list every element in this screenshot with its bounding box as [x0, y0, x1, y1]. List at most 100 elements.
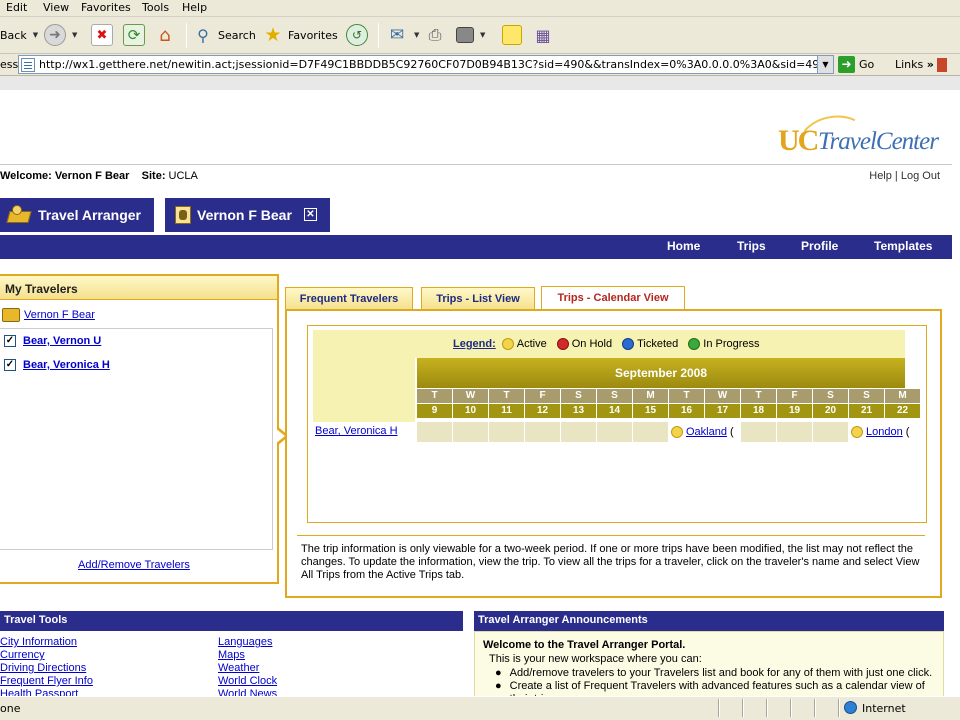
in-progress-status-icon [688, 338, 701, 350]
forward-button[interactable]: ➜ ▼ [44, 21, 77, 49]
refresh-button[interactable]: ⟳ [123, 21, 145, 49]
logout-link[interactable]: Log Out [901, 170, 940, 182]
help-link[interactable]: Help [869, 170, 892, 182]
tab-trips-list-view[interactable]: Trips - List View [421, 287, 535, 310]
mail-button[interactable]: ✉ ▼ [386, 21, 420, 49]
menu-help[interactable]: Help [182, 1, 207, 14]
home-button[interactable]: ⌂ [154, 21, 176, 49]
calendar-cell[interactable] [741, 422, 776, 442]
tool-link[interactable]: Frequent Flyer Info [0, 675, 93, 687]
day-of-week: S [597, 389, 632, 403]
browser-toolbar: Back ▼ ➜ ▼ ✖ ⟳ ⌂ ⚲ Search ★ Favorites ↺ ✉ ▼ ⎙… [0, 17, 960, 54]
day-of-week: S [813, 389, 848, 403]
traveler-checkbox[interactable]: ✓ [4, 335, 16, 347]
links-button[interactable]: Links » [895, 58, 948, 72]
list-item: ✓ Bear, Veronica H [4, 359, 110, 371]
globe-icon [844, 701, 857, 714]
my-travelers-title: My Travelers [0, 276, 277, 300]
tool-link[interactable]: Weather [218, 662, 259, 674]
divider [297, 535, 925, 536]
traveler-icon [175, 205, 191, 224]
close-icon[interactable]: ✕ [303, 208, 317, 221]
search-icon: ⚲ [197, 25, 209, 45]
traveler-column-header [313, 358, 415, 422]
calendar-cell[interactable] [525, 422, 560, 442]
favorites-button[interactable]: ★ Favorites [262, 21, 337, 49]
travel-tools-title: Travel Tools [0, 611, 463, 631]
menu-favorites[interactable]: Favorites [81, 1, 131, 14]
calendar-cell[interactable] [453, 422, 488, 442]
calendar-cell[interactable] [633, 422, 668, 442]
traveler-link[interactable]: Bear, Veronica H [23, 359, 110, 371]
chevrons-right-icon: » [926, 58, 934, 71]
trip-link[interactable]: London [866, 426, 903, 438]
self-traveler-link[interactable]: Vernon F Bear [24, 309, 95, 321]
tool-link[interactable]: Languages [218, 636, 272, 648]
research-button[interactable]: ▦ [532, 21, 554, 49]
status-separator [742, 699, 744, 717]
edit-button[interactable]: ▼ [456, 21, 485, 49]
nav-templates[interactable]: Templates [874, 239, 932, 253]
on-hold-status-icon [556, 338, 569, 350]
active-status-icon [501, 338, 514, 350]
day-number: 10 [453, 404, 488, 418]
day-number: 9 [417, 404, 452, 418]
discuss-button[interactable] [502, 21, 522, 49]
calendar-cell[interactable] [813, 422, 848, 442]
my-travelers-panel: My Travelers Vernon F Bear ✓ Bear, Verno… [0, 274, 289, 584]
mail-icon: ✉ [389, 25, 405, 45]
security-zone: Internet [862, 702, 906, 715]
nav-profile[interactable]: Profile [801, 239, 838, 253]
menu-edit[interactable]: Edit [6, 1, 27, 14]
status-separator [838, 699, 840, 717]
calendar-row-traveler[interactable]: Bear, Veronica H [315, 425, 398, 437]
forward-arrow-icon: ➜ [44, 24, 66, 46]
tab-frequent-travelers[interactable]: Frequent Travelers [285, 287, 413, 310]
day-number: 21 [849, 404, 884, 418]
tool-link[interactable]: Maps [218, 649, 245, 661]
nav-trips[interactable]: Trips [737, 239, 766, 253]
legend-active: Active [501, 338, 547, 350]
traveler-link[interactable]: Bear, Vernon U [23, 335, 101, 347]
go-button[interactable]: ➜ Go [838, 56, 874, 73]
refresh-icon: ⟳ [123, 24, 145, 46]
address-input[interactable]: http://wx1.getthere.net/newitin.act;jses… [18, 55, 834, 74]
trip-link[interactable]: Oakland [686, 426, 727, 438]
day-number: 20 [813, 404, 848, 418]
print-button[interactable]: ⎙ [424, 21, 446, 49]
calendar-cell[interactable] [777, 422, 812, 442]
stop-button[interactable]: ✖ [91, 21, 113, 49]
legend: Legend: Active On Hold Ticketed In Progr… [313, 330, 905, 358]
calendar-cell[interactable] [489, 422, 524, 442]
menu-tools[interactable]: Tools [142, 1, 169, 14]
day-of-week: T [741, 389, 776, 403]
travel-arranger-icon [6, 205, 32, 225]
tool-link[interactable]: Currency [0, 649, 45, 661]
menu-view[interactable]: View [43, 1, 69, 14]
legend-in-progress: In Progress [688, 338, 760, 350]
search-button[interactable]: ⚲ Search [192, 21, 256, 49]
tool-link[interactable]: World Clock [218, 675, 277, 687]
calendar-cell[interactable] [561, 422, 596, 442]
calendar-cell[interactable] [597, 422, 632, 442]
history-icon: ↺ [346, 24, 368, 46]
traveler-checkbox[interactable]: ✓ [4, 359, 16, 371]
pdf-icon [937, 58, 948, 72]
tab-traveler[interactable]: Vernon F Bear ✕ [165, 198, 330, 232]
history-button[interactable]: ↺ [346, 21, 368, 49]
back-button[interactable]: Back ▼ [0, 21, 38, 49]
tool-link[interactable]: Driving Directions [0, 662, 86, 674]
list-item: ● Add/remove travelers to your Travelers … [495, 667, 933, 679]
day-of-week: W [705, 389, 740, 403]
main-nav: Home Trips Profile Templates [0, 232, 952, 259]
calendar-cell[interactable] [417, 422, 452, 442]
chevron-down-icon: ▼ [414, 31, 420, 39]
tab-travel-arranger[interactable]: Travel Arranger [0, 198, 154, 232]
chevron-down-icon[interactable]: ▼ [817, 56, 833, 73]
home-icon: ⌂ [159, 24, 171, 46]
nav-home[interactable]: Home [667, 239, 700, 253]
add-remove-travelers-link[interactable]: Add/Remove Travelers [78, 559, 190, 571]
note-icon [502, 25, 522, 45]
tool-link[interactable]: City Information [0, 636, 77, 648]
tab-trips-calendar-view[interactable]: Trips - Calendar View [541, 286, 685, 311]
